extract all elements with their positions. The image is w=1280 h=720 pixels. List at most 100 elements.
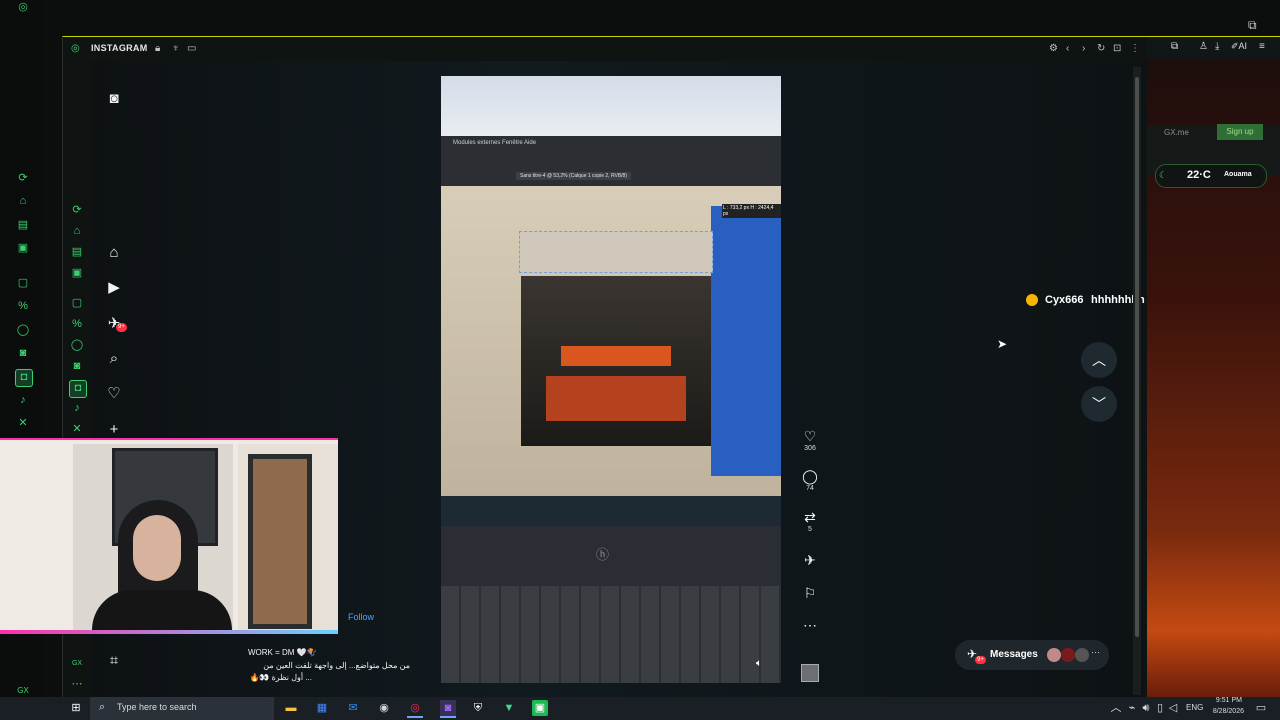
instagram-logo-icon[interactable]: ◙ (103, 88, 125, 110)
tiktok-icon[interactable]: ♪ (70, 401, 84, 415)
music-icon[interactable]: ▣ (16, 241, 30, 255)
store-icon[interactable]: ▦ (314, 700, 330, 716)
steam-icon[interactable]: ◉ (376, 700, 392, 716)
whatsapp-icon[interactable]: ◯ (70, 338, 84, 352)
file-explorer-icon[interactable]: ▬ (283, 700, 299, 716)
webcam-overlay (0, 438, 338, 634)
send-icon: ✈ (804, 552, 816, 568)
back-icon[interactable]: ‹ (1066, 43, 1069, 55)
opera-gx-logo-icon[interactable]: ◎ (16, 0, 30, 14)
search-icon: ⌕ (99, 701, 106, 713)
twitch-icon[interactable]: ▢ (70, 296, 84, 310)
shield-icon[interactable]: ⛨ (470, 700, 486, 716)
nvidia-icon[interactable]: ▼ (501, 700, 517, 716)
search-icon[interactable]: ⌕ (103, 348, 125, 370)
window-title: INSTAGRAM (91, 43, 148, 53)
taskbar-search[interactable]: ⌕ Type here to search (90, 697, 274, 720)
snap-icon[interactable]: ⧉ (1248, 18, 1257, 33)
repost-action[interactable]: ⇄ 5 (796, 509, 824, 534)
tray-arrow-icon[interactable]: ︿ (1108, 700, 1124, 716)
previous-reel-button[interactable]: ︿ (1081, 342, 1117, 378)
follow-link[interactable]: Follow (348, 612, 374, 622)
speaker-icon[interactable]: ◁ (1165, 700, 1181, 716)
also-from-meta-icon[interactable]: ⌗ (103, 650, 125, 672)
language-indicator[interactable]: ENG (1186, 703, 1203, 712)
opera-gx-icon[interactable]: ◎ (407, 700, 423, 718)
webcam-glow (0, 630, 338, 634)
signup-button[interactable]: Sign up (1217, 124, 1263, 140)
reels-icon[interactable]: ▶ (103, 277, 125, 299)
settings-icon[interactable]: ⚙ (1049, 43, 1058, 55)
x-icon[interactable]: ✕ (16, 416, 30, 430)
like-action[interactable]: ♡ 306 (796, 428, 824, 453)
reel-video[interactable]: Modules externes Fenêtre Aide Sans titre… (441, 76, 781, 683)
instagram-rail-icon[interactable]: ◘ (69, 380, 87, 398)
camera-icon[interactable]: ▭ (187, 43, 196, 55)
bag-icon[interactable]: ⌂ (16, 194, 30, 208)
speed-dial-icon[interactable]: ⟳ (16, 171, 30, 185)
more-icon: ⋯ (803, 617, 817, 633)
x-icon[interactable]: ✕ (70, 422, 84, 436)
more-dots-icon: ⋯ (1091, 647, 1100, 657)
comment-icon: ◯ (802, 468, 818, 484)
mute-icon[interactable]: 🔈︎ (756, 658, 762, 669)
lock-icon: 🔒︎ (155, 43, 161, 54)
messages-button[interactable]: ✈ 9+ Messages ⋯ (955, 640, 1109, 670)
mail-icon[interactable]: ✉ (345, 700, 361, 716)
mouse-cursor-icon: ➤ (997, 337, 1008, 351)
discord-icon[interactable]: ◙ (70, 359, 84, 373)
home-icon[interactable]: ⌂ (103, 242, 125, 264)
gx-corner-icon[interactable]: GX (70, 657, 84, 671)
pin-icon[interactable]: ⊡ (1113, 43, 1121, 55)
instagram-rail-icon[interactable]: ◘ (15, 369, 33, 387)
app-icon[interactable]: ▣ (532, 700, 548, 716)
save-action[interactable]: ⚐ (796, 585, 824, 601)
discord-icon[interactable]: ◙ (16, 346, 30, 360)
music-icon[interactable]: ▣ (70, 266, 84, 280)
profile-icon[interactable]: ♙ (1199, 41, 1208, 52)
windows-start-icon[interactable]: ⊞ (68, 700, 84, 716)
bag-icon[interactable]: ⌂ (70, 224, 84, 238)
speed-dial-icon[interactable]: ⟳ (70, 203, 84, 217)
reload-icon[interactable]: ↻ (1097, 43, 1105, 55)
discord-icon[interactable]: ◙ (440, 700, 456, 718)
reposts-count: 5 (808, 526, 812, 533)
clock-time[interactable]: 9:51 PM (1210, 697, 1242, 704)
share-action[interactable]: ✈ (796, 552, 824, 568)
ai-icon[interactable]: ✐AI (1231, 41, 1247, 52)
comment-action[interactable]: ◯ 74 (796, 468, 824, 493)
notifications-badge: 9+ (116, 323, 127, 332)
forward-icon[interactable]: › (1082, 43, 1085, 55)
whatsapp-icon[interactable]: ◯ (16, 323, 30, 337)
audio-thumbnail[interactable] (801, 664, 819, 682)
scrollbar[interactable] (1133, 67, 1141, 695)
more-dots-icon[interactable]: ⋯ (70, 677, 84, 691)
bookmark-icon: ⚐ (803, 585, 817, 601)
laptop-screen-toolbar: Modules externes Fenêtre Aide Sans titre… (441, 136, 781, 186)
heart-icon[interactable]: ♡ (103, 383, 125, 405)
gx-corner-icon[interactable]: GX (16, 684, 30, 698)
pinboard-icon[interactable]: ▤ (70, 245, 84, 259)
notification-center-icon[interactable]: ▭ (1253, 700, 1269, 716)
gx-link[interactable]: GX.me (1164, 128, 1189, 137)
percent-icon[interactable]: % (16, 299, 30, 313)
scrollbar-thumb[interactable] (1135, 77, 1139, 637)
display-counter (546, 376, 686, 421)
screen-menu-text: Modules externes Fenêtre Aide (453, 140, 537, 146)
mic-icon[interactable]: ♆ (172, 43, 180, 55)
clock-date[interactable]: 8/28/2026 (1206, 708, 1244, 715)
twitch-icon[interactable]: ▢ (16, 276, 30, 290)
more-action[interactable]: ⋯ (796, 617, 824, 633)
pinboard-icon[interactable]: ▤ (16, 218, 30, 232)
tabs-icon[interactable]: ⧉ (1171, 41, 1178, 52)
download-icon[interactable]: ⤓ (1215, 41, 1219, 52)
menu-icon[interactable]: ≡ (1259, 41, 1265, 52)
percent-icon[interactable]: % (70, 317, 84, 331)
laptop-taskbar (441, 496, 781, 526)
comments-count: 74 (806, 485, 814, 492)
messages-label: Messages (990, 649, 1038, 660)
next-reel-button[interactable]: ﹀ (1081, 386, 1117, 422)
more-icon[interactable]: ⋮ (1130, 43, 1140, 55)
gx-right-panel: ⧉ ♙ ⤓ ✐AI ≡ GX.me Sign up ☾ 22·C Aouama (1147, 37, 1280, 697)
tiktok-icon[interactable]: ♪ (16, 393, 30, 407)
